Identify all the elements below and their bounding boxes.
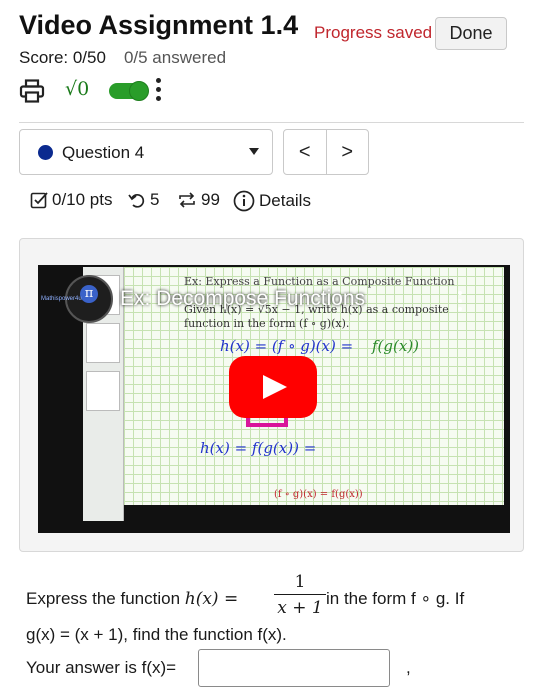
pi-icon: π [80,285,98,303]
play-button[interactable] [229,356,317,418]
retries-item: 5 [128,190,159,210]
handwriting-line1-tail: f(g(x)) [372,337,420,355]
retry-arrows-icon [179,192,195,208]
slide-footer-formula: (f ∘ g)(x) = f(g(x)) [274,489,363,500]
page-title: Video Assignment 1.4 [19,10,299,40]
toggle-knob [129,81,149,101]
prev-question-button[interactable]: < [284,130,327,174]
undo-icon [128,193,145,208]
fraction-denominator: x + 1 [277,598,323,618]
handwriting-line3: h(x) = f(g(x)) = [200,439,317,457]
divider [19,122,524,123]
problem-text-before: Express the function h(x) = [26,589,239,609]
question-status-dot [38,145,53,160]
details-button[interactable]: Details [233,190,311,212]
done-button[interactable]: Done [435,17,507,50]
math-toggle-switch[interactable] [109,81,149,101]
fraction: 1 x + 1 [274,570,326,621]
handwriting-line1: h(x) = (f ∘ g)(x) = [220,337,354,355]
answer-trailing: , [406,658,411,677]
fraction-numerator: 1 [294,572,306,592]
math-toggle-label: √0 [65,78,90,100]
attempts-item: 99 [177,190,220,210]
problem-line1: Express the function h(x) = 1 x + 1 in t… [26,570,526,626]
toolbar: √0 [19,76,219,106]
attempts-text: 99 [201,190,220,209]
score-text: Score: 0/50 [19,48,106,67]
points-item: 0/10 pts [30,190,113,210]
answer-input[interactable] [198,649,390,687]
problem-text-after: in the form f ∘ g. If [326,589,465,608]
video-player[interactable]: Ex: Express a Function as a Composite Fu… [38,265,510,533]
question-select[interactable]: Question 4 [19,129,273,175]
points-text: 0/10 pts [52,190,113,209]
more-vertical-icon[interactable] [155,78,161,104]
score-line: Score: 0/50 0/5 answered [19,48,226,68]
question-select-label: Question 4 [62,143,145,162]
progress-status: Progress saved [314,23,433,42]
question-meta: 0/10 pts 5 99 Details [30,186,430,216]
channel-name: Mathispower4u [41,296,82,302]
answered-count: 0/5 answered [123,48,227,67]
details-label: Details [259,191,311,210]
slide-text-line2: function in the form (f ∘ g)(x). [184,317,350,330]
print-icon[interactable] [19,79,45,103]
problem-line2: g(x) = (x + 1), find the function f(x). [26,625,287,644]
question-nav: < > [283,129,369,175]
caret-down-icon [249,148,259,155]
checkbox-icon [30,192,48,209]
next-question-button[interactable]: > [327,130,369,174]
video-card: Ex: Express a Function as a Composite Fu… [19,238,524,552]
retries-text: 5 [150,190,160,209]
info-icon [233,190,255,212]
video-title[interactable]: Ex: Decompose Functions [120,287,365,311]
video-more-icon[interactable] [458,291,463,313]
answer-prompt: Your answer is f(x)= [26,658,177,677]
